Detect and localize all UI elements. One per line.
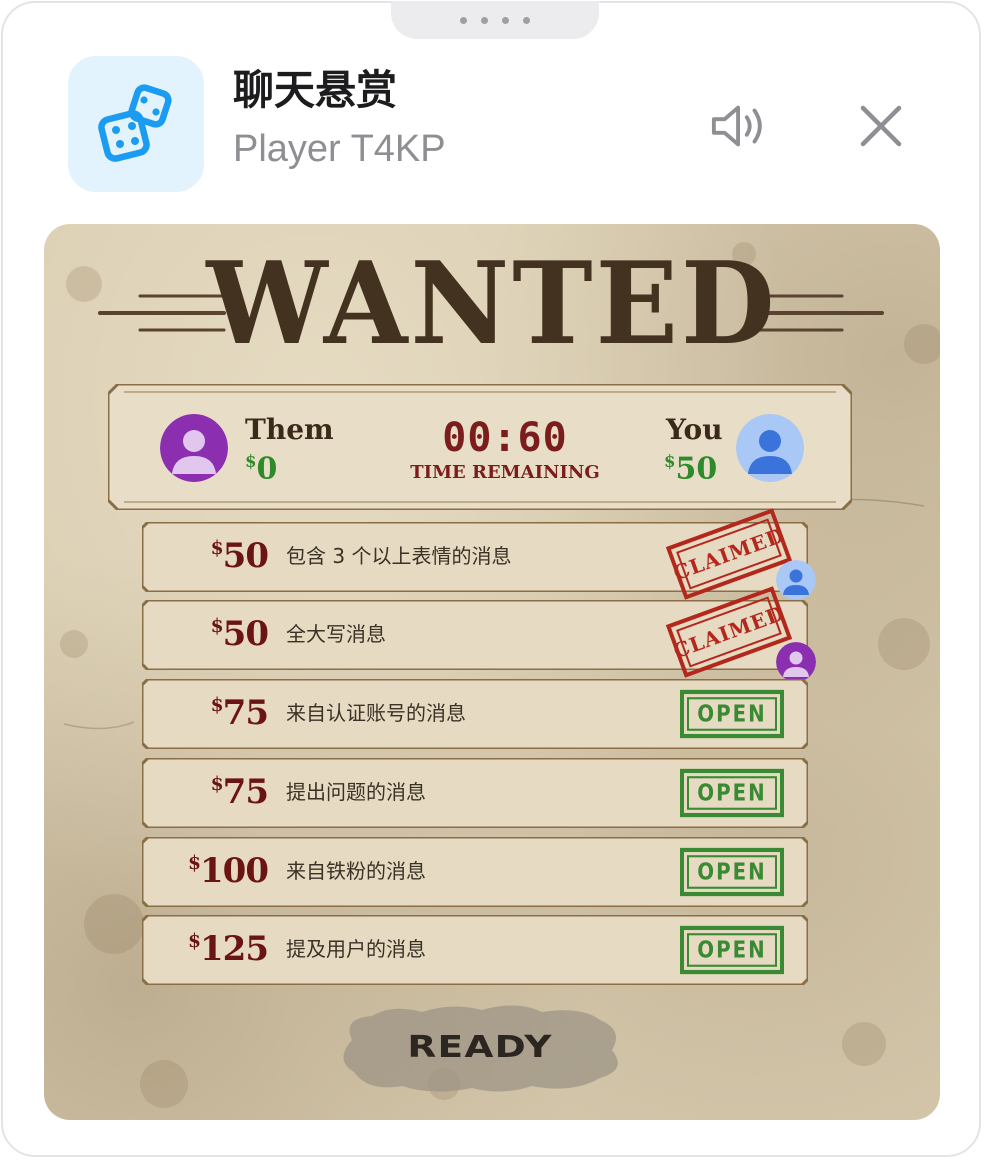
bounty-row[interactable]: $50 全大写消息 CLAIMED: [142, 586, 816, 682]
open-stamp[interactable]: OPEN: [680, 689, 784, 739]
app-title: 聊天悬赏: [233, 66, 397, 114]
handle-dot: [481, 16, 488, 24]
open-stamp[interactable]: OPEN: [680, 847, 784, 897]
you-label: You: [666, 413, 723, 446]
claimer-avatar-you: [776, 560, 816, 600]
bounty-description: 提及用户的消息: [286, 937, 426, 961]
bounty-description: 全大写消息: [286, 622, 386, 646]
bounty-amount: $125: [188, 929, 269, 970]
dice-icon: [98, 84, 172, 162]
bounty-description: 提出问题的消息: [286, 780, 426, 804]
close-button[interactable]: [851, 98, 911, 154]
bounty-amount: $100: [188, 851, 269, 892]
close-icon: [860, 105, 902, 147]
bounty-amount: $50: [210, 536, 269, 577]
them-avatar: [160, 414, 228, 482]
claimer-avatar-them: [776, 642, 816, 682]
bounty-amount-value: 75: [222, 772, 269, 813]
you-avatar: [736, 414, 804, 482]
bounty-amount-value: 50: [222, 614, 269, 655]
open-stamp[interactable]: OPEN: [680, 925, 784, 975]
drag-handle[interactable]: [391, 1, 599, 39]
bounty-amount: $50: [210, 614, 269, 655]
bounty-amount-value: 125: [200, 929, 269, 970]
scoreboard: Them $0 00:60 TIME REMAINING You $50: [108, 384, 852, 510]
speaker-icon: [711, 105, 762, 147]
bounty-description: 来自铁粉的消息: [286, 859, 426, 883]
bounty-row[interactable]: $50 包含 3 个以上表情的消息 CLAIMED: [142, 508, 816, 600]
user-icon: [776, 560, 816, 600]
bounty-row[interactable]: $75 来自认证账号的消息 OPEN: [142, 679, 808, 749]
timer-label: TIME REMAINING: [410, 462, 600, 483]
user-icon: [736, 414, 804, 482]
user-icon: [160, 414, 228, 482]
them-amount: 0: [256, 451, 278, 487]
bounty-row[interactable]: $125 提及用户的消息 OPEN: [142, 915, 808, 985]
ready-label: READY: [407, 1030, 553, 1065]
bounty-amount: $75: [210, 772, 269, 813]
bounty-row[interactable]: $75 提出问题的消息 OPEN: [142, 758, 808, 828]
bounty-description: 来自认证账号的消息: [286, 701, 466, 725]
handle-dot: [523, 16, 530, 24]
wanted-poster: WANTED Them $0 00:60 TIME REMAINING You …: [44, 224, 940, 1120]
poster-heading: WANTED: [206, 237, 778, 371]
handle-dot: [502, 16, 509, 24]
bounty-description: 包含 3 个以上表情的消息: [286, 544, 512, 568]
bounty-amount-value: 100: [200, 851, 269, 892]
open-stamp[interactable]: OPEN: [680, 768, 784, 818]
bounty-row[interactable]: $100 来自铁粉的消息 OPEN: [142, 837, 808, 907]
you-amount: 50: [675, 451, 718, 487]
timer: 00:60: [442, 415, 568, 461]
bounty-amount-value: 75: [222, 693, 269, 734]
user-icon: [776, 642, 816, 682]
them-money: $0: [245, 451, 278, 487]
bounty-amount-value: 50: [222, 536, 269, 577]
ready-button[interactable]: READY: [332, 1000, 628, 1096]
player-name: Player T4KP: [233, 128, 446, 170]
them-label: Them: [245, 413, 334, 446]
bounty-amount: $75: [210, 693, 269, 734]
sound-button[interactable]: [710, 98, 770, 154]
you-money: $50: [664, 451, 718, 487]
handle-dot: [460, 16, 467, 24]
app-icon: [68, 56, 204, 192]
